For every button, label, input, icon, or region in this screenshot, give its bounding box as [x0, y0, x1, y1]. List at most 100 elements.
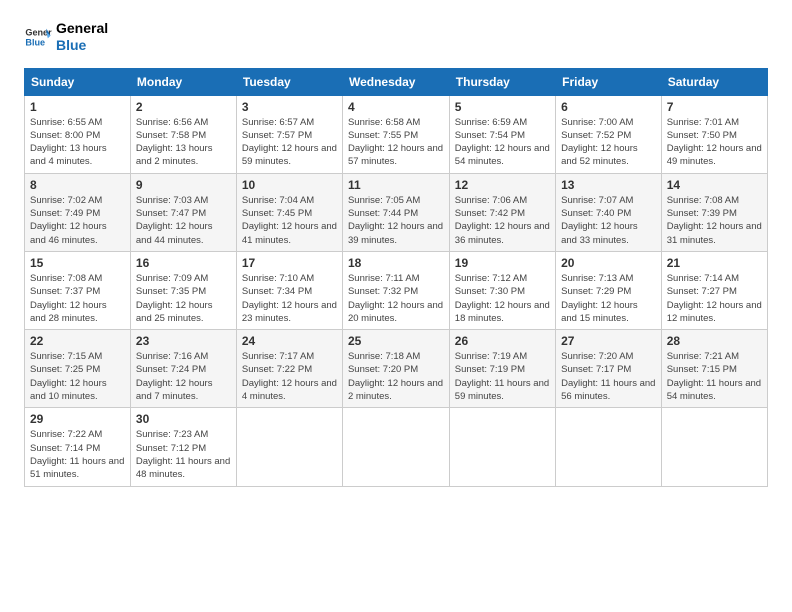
day-number: 29: [30, 412, 125, 426]
day-number: 18: [348, 256, 444, 270]
day-number: 16: [136, 256, 231, 270]
weekday-header-saturday: Saturday: [661, 68, 767, 95]
weekday-header-tuesday: Tuesday: [236, 68, 342, 95]
day-cell: 24 Sunrise: 7:17 AM Sunset: 7:22 PM Dayl…: [236, 330, 342, 408]
day-cell: 13 Sunrise: 7:07 AM Sunset: 7:40 PM Dayl…: [556, 173, 662, 251]
day-number: 28: [667, 334, 762, 348]
day-cell: 26 Sunrise: 7:19 AM Sunset: 7:19 PM Dayl…: [449, 330, 555, 408]
day-info: Sunrise: 7:17 AM Sunset: 7:22 PM Dayligh…: [242, 350, 337, 403]
day-info: Sunrise: 7:10 AM Sunset: 7:34 PM Dayligh…: [242, 272, 337, 325]
day-info: Sunrise: 7:08 AM Sunset: 7:37 PM Dayligh…: [30, 272, 125, 325]
week-row-1: 1 Sunrise: 6:55 AM Sunset: 8:00 PM Dayli…: [25, 95, 768, 173]
day-cell: 16 Sunrise: 7:09 AM Sunset: 7:35 PM Dayl…: [130, 251, 236, 329]
day-info: Sunrise: 6:57 AM Sunset: 7:57 PM Dayligh…: [242, 116, 337, 169]
day-number: 17: [242, 256, 337, 270]
day-number: 27: [561, 334, 656, 348]
day-info: Sunrise: 7:16 AM Sunset: 7:24 PM Dayligh…: [136, 350, 231, 403]
day-info: Sunrise: 7:06 AM Sunset: 7:42 PM Dayligh…: [455, 194, 550, 247]
day-number: 19: [455, 256, 550, 270]
day-cell: 22 Sunrise: 7:15 AM Sunset: 7:25 PM Dayl…: [25, 330, 131, 408]
day-cell: 18 Sunrise: 7:11 AM Sunset: 7:32 PM Dayl…: [342, 251, 449, 329]
day-cell: 25 Sunrise: 7:18 AM Sunset: 7:20 PM Dayl…: [342, 330, 449, 408]
day-number: 24: [242, 334, 337, 348]
weekday-header-thursday: Thursday: [449, 68, 555, 95]
day-info: Sunrise: 7:03 AM Sunset: 7:47 PM Dayligh…: [136, 194, 231, 247]
weekday-header-monday: Monday: [130, 68, 236, 95]
day-info: Sunrise: 6:58 AM Sunset: 7:55 PM Dayligh…: [348, 116, 444, 169]
day-info: Sunrise: 7:08 AM Sunset: 7:39 PM Dayligh…: [667, 194, 762, 247]
day-cell: 5 Sunrise: 6:59 AM Sunset: 7:54 PM Dayli…: [449, 95, 555, 173]
weekday-header-sunday: Sunday: [25, 68, 131, 95]
day-number: 12: [455, 178, 550, 192]
day-number: 21: [667, 256, 762, 270]
day-number: 4: [348, 100, 444, 114]
day-info: Sunrise: 7:12 AM Sunset: 7:30 PM Dayligh…: [455, 272, 550, 325]
day-cell: 30 Sunrise: 7:23 AM Sunset: 7:12 PM Dayl…: [130, 408, 236, 486]
day-cell: 14 Sunrise: 7:08 AM Sunset: 7:39 PM Dayl…: [661, 173, 767, 251]
day-info: Sunrise: 7:18 AM Sunset: 7:20 PM Dayligh…: [348, 350, 444, 403]
calendar-table: SundayMondayTuesdayWednesdayThursdayFrid…: [24, 68, 768, 487]
week-row-2: 8 Sunrise: 7:02 AM Sunset: 7:49 PM Dayli…: [25, 173, 768, 251]
day-cell: 9 Sunrise: 7:03 AM Sunset: 7:47 PM Dayli…: [130, 173, 236, 251]
day-cell: 4 Sunrise: 6:58 AM Sunset: 7:55 PM Dayli…: [342, 95, 449, 173]
day-number: 13: [561, 178, 656, 192]
day-number: 25: [348, 334, 444, 348]
day-info: Sunrise: 7:02 AM Sunset: 7:49 PM Dayligh…: [30, 194, 125, 247]
logo: General Blue General Blue: [24, 20, 108, 54]
week-row-4: 22 Sunrise: 7:15 AM Sunset: 7:25 PM Dayl…: [25, 330, 768, 408]
day-cell: 1 Sunrise: 6:55 AM Sunset: 8:00 PM Dayli…: [25, 95, 131, 173]
day-info: Sunrise: 7:20 AM Sunset: 7:17 PM Dayligh…: [561, 350, 656, 403]
day-number: 15: [30, 256, 125, 270]
day-cell: 27 Sunrise: 7:20 AM Sunset: 7:17 PM Dayl…: [556, 330, 662, 408]
day-cell: 11 Sunrise: 7:05 AM Sunset: 7:44 PM Dayl…: [342, 173, 449, 251]
day-number: 14: [667, 178, 762, 192]
day-cell: [449, 408, 555, 486]
week-row-3: 15 Sunrise: 7:08 AM Sunset: 7:37 PM Dayl…: [25, 251, 768, 329]
day-cell: 12 Sunrise: 7:06 AM Sunset: 7:42 PM Dayl…: [449, 173, 555, 251]
day-cell: 3 Sunrise: 6:57 AM Sunset: 7:57 PM Dayli…: [236, 95, 342, 173]
day-cell: 20 Sunrise: 7:13 AM Sunset: 7:29 PM Dayl…: [556, 251, 662, 329]
header: General Blue General Blue: [24, 20, 768, 54]
header-row: SundayMondayTuesdayWednesdayThursdayFrid…: [25, 68, 768, 95]
day-number: 10: [242, 178, 337, 192]
day-cell: 19 Sunrise: 7:12 AM Sunset: 7:30 PM Dayl…: [449, 251, 555, 329]
day-info: Sunrise: 7:15 AM Sunset: 7:25 PM Dayligh…: [30, 350, 125, 403]
day-info: Sunrise: 6:59 AM Sunset: 7:54 PM Dayligh…: [455, 116, 550, 169]
day-number: 2: [136, 100, 231, 114]
day-number: 8: [30, 178, 125, 192]
day-number: 20: [561, 256, 656, 270]
day-info: Sunrise: 7:05 AM Sunset: 7:44 PM Dayligh…: [348, 194, 444, 247]
day-info: Sunrise: 7:22 AM Sunset: 7:14 PM Dayligh…: [30, 428, 125, 481]
day-info: Sunrise: 7:09 AM Sunset: 7:35 PM Dayligh…: [136, 272, 231, 325]
week-row-5: 29 Sunrise: 7:22 AM Sunset: 7:14 PM Dayl…: [25, 408, 768, 486]
day-info: Sunrise: 7:07 AM Sunset: 7:40 PM Dayligh…: [561, 194, 656, 247]
day-cell: 21 Sunrise: 7:14 AM Sunset: 7:27 PM Dayl…: [661, 251, 767, 329]
logo-icon: General Blue: [24, 23, 52, 51]
day-cell: [342, 408, 449, 486]
day-info: Sunrise: 7:14 AM Sunset: 7:27 PM Dayligh…: [667, 272, 762, 325]
day-info: Sunrise: 6:56 AM Sunset: 7:58 PM Dayligh…: [136, 116, 231, 169]
day-info: Sunrise: 7:13 AM Sunset: 7:29 PM Dayligh…: [561, 272, 656, 325]
day-cell: 17 Sunrise: 7:10 AM Sunset: 7:34 PM Dayl…: [236, 251, 342, 329]
day-cell: 15 Sunrise: 7:08 AM Sunset: 7:37 PM Dayl…: [25, 251, 131, 329]
day-info: Sunrise: 7:04 AM Sunset: 7:45 PM Dayligh…: [242, 194, 337, 247]
day-cell: 7 Sunrise: 7:01 AM Sunset: 7:50 PM Dayli…: [661, 95, 767, 173]
day-cell: [661, 408, 767, 486]
day-info: Sunrise: 7:21 AM Sunset: 7:15 PM Dayligh…: [667, 350, 762, 403]
day-number: 26: [455, 334, 550, 348]
day-cell: 28 Sunrise: 7:21 AM Sunset: 7:15 PM Dayl…: [661, 330, 767, 408]
day-cell: [236, 408, 342, 486]
day-info: Sunrise: 7:11 AM Sunset: 7:32 PM Dayligh…: [348, 272, 444, 325]
logo-text: General Blue: [56, 20, 108, 54]
day-info: Sunrise: 7:00 AM Sunset: 7:52 PM Dayligh…: [561, 116, 656, 169]
day-cell: 10 Sunrise: 7:04 AM Sunset: 7:45 PM Dayl…: [236, 173, 342, 251]
day-cell: [556, 408, 662, 486]
day-info: Sunrise: 7:01 AM Sunset: 7:50 PM Dayligh…: [667, 116, 762, 169]
weekday-header-wednesday: Wednesday: [342, 68, 449, 95]
day-number: 7: [667, 100, 762, 114]
day-number: 22: [30, 334, 125, 348]
day-number: 5: [455, 100, 550, 114]
day-info: Sunrise: 6:55 AM Sunset: 8:00 PM Dayligh…: [30, 116, 125, 169]
day-number: 30: [136, 412, 231, 426]
day-cell: 29 Sunrise: 7:22 AM Sunset: 7:14 PM Dayl…: [25, 408, 131, 486]
